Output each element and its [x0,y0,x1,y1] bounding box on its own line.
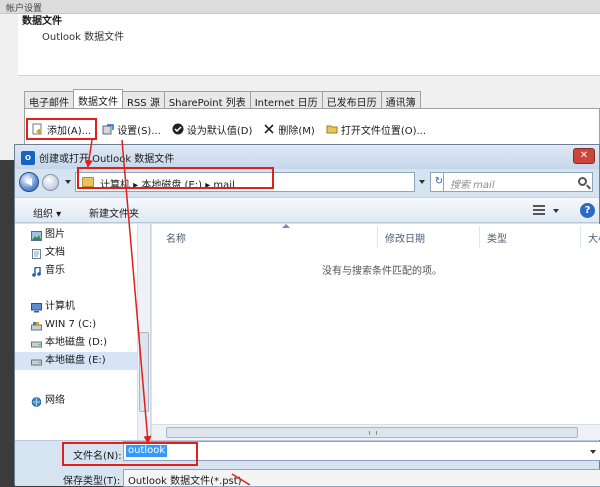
new-folder-button[interactable]: 新建文件夹 [89,205,139,220]
nav-item-network[interactable]: 网络 [15,392,137,410]
nav-item-label: 本地磁盘 (D:) [45,337,108,348]
add-button[interactable]: 添加(A)... [25,118,98,140]
column-header-size[interactable]: 大小 [588,230,600,245]
nav-item-pictures[interactable]: 图片 [15,226,137,244]
tab-internet-calendars[interactable]: Internet 日历 [249,91,323,109]
file-list-pane: 名称 修改日期 类型 大小 没有与搜索条件匹配的项。 [152,224,600,440]
column-header-name[interactable]: 名称 [166,230,186,245]
save-type-select[interactable]: Outlook 数据文件(*.pst) [123,469,600,487]
command-bar: 组织 ▾ 新建文件夹 ? [15,197,599,223]
scroll-grip-icon [369,431,377,435]
column-divider[interactable] [479,226,480,248]
delete-x-icon [263,123,275,135]
address-dropdown-arrow[interactable] [419,180,425,184]
recent-locations-dropdown[interactable] [65,180,71,184]
set-default-button[interactable]: 设为默认值(D) [168,120,257,138]
view-options-dropdown[interactable] [553,209,559,213]
back-button[interactable] [19,172,39,192]
checkmark-circle-icon [172,123,184,135]
hard-drive-icon [31,356,42,366]
column-divider[interactable] [580,226,581,248]
tab-email[interactable]: 电子邮件 [24,91,74,109]
hard-drive-icon [31,338,42,348]
folder-icon [326,123,338,135]
view-options-icon[interactable] [533,205,545,215]
music-icon [31,266,42,277]
network-icon [31,396,42,407]
add-file-icon [32,123,44,135]
nav-item-label: 音乐 [45,265,65,276]
search-placeholder: 搜索 mail [450,180,495,191]
system-drive-icon [31,320,42,331]
tab-rss-feeds[interactable]: RSS 源 [122,91,165,109]
dialog-title-bar: O 创建或打开 Outlook 数据文件 ✕ [15,145,599,169]
annotation-box-filename [62,442,198,466]
section-subtitle: Outlook 数据文件 [42,32,125,43]
open-file-location-button[interactable]: 打开文件位置(O)... [322,120,430,138]
create-open-data-file-dialog: O 创建或打开 Outlook 数据文件 ✕ 计算机 ▸ 本地磁盘 (E:) ▸… [14,144,600,487]
dialog-title: 创建或打开 Outlook 数据文件 [39,154,175,165]
horizontal-scroll-thumb[interactable] [166,427,578,438]
tab-address-books[interactable]: 通讯簿 [380,91,421,109]
nav-item-drive-d[interactable]: 本地磁盘 (D:) [15,334,137,352]
data-files-toolbar: 添加(A)... 设置(S)... 设为默认值(D) 删除(M) 打开文件位置(… [25,118,433,140]
delete-button-label: 删除(M) [278,125,315,137]
close-button[interactable]: ✕ [573,148,595,164]
account-settings-window: 帐户设置 数据文件 Outlook 数据文件 电子邮件 数据文件 RSS 源 S… [0,0,600,160]
tab-sharepoint-lists[interactable]: SharePoint 列表 [163,91,251,109]
navigation-pane: 图片 文档 音乐 计算机 WIN 7 (C:) 本地磁盘 (D:) 本地磁盘 (… [15,224,151,440]
sort-indicator-icon [282,224,290,228]
set-default-button-label: 设为默认值(D) [186,125,253,137]
forward-button[interactable] [42,174,59,191]
account-settings-title: 帐户设置 [0,0,600,14]
account-settings-header [18,14,600,76]
tab-published-calendars[interactable]: 已发布日历 [321,91,382,109]
column-divider[interactable] [377,226,378,248]
settings-icon [102,123,114,135]
nav-item-music[interactable]: 音乐 [15,262,137,280]
column-header-type[interactable]: 类型 [487,230,507,245]
nav-item-label: 图片 [45,229,65,240]
nav-pane-scroll-thumb[interactable] [139,332,149,412]
nav-item-documents[interactable]: 文档 [15,244,137,262]
nav-pane-scrollbar[interactable] [137,224,150,440]
nav-item-drive-e[interactable]: 本地磁盘 (E:) [15,352,137,370]
section-title: 数据文件 [22,16,62,27]
nav-item-label: WIN 7 (C:) [45,319,97,330]
settings-button[interactable]: 设置(S)... [98,120,165,138]
organize-button[interactable]: 组织 ▾ [33,205,61,220]
nav-item-label: 网络 [45,395,65,406]
pictures-icon [31,230,42,241]
nav-item-label: 计算机 [45,301,75,312]
computer-icon [31,302,42,313]
nav-item-label: 文档 [45,247,65,258]
add-button-label: 添加(A)... [47,125,92,137]
nav-item-label: 本地磁盘 (E:) [45,355,106,366]
outlook-logo-icon: O [21,151,35,165]
open-file-location-label: 打开文件位置(O)... [340,125,427,137]
empty-folder-message: 没有与搜索条件匹配的项。 [322,266,442,277]
file-list-horizontal-scrollbar[interactable] [152,424,600,440]
documents-icon [31,248,42,259]
file-name-dropdown-arrow[interactable] [590,450,596,454]
search-box[interactable]: 搜索 mail [443,172,593,192]
nav-item-computer[interactable]: 计算机 [15,298,137,316]
settings-button-label: 设置(S)... [117,125,161,137]
delete-button[interactable]: 删除(M) [259,120,318,138]
column-header-modified[interactable]: 修改日期 [385,230,425,245]
tab-data-files[interactable]: 数据文件 [73,89,123,108]
search-icon [578,177,587,186]
tab-strip: 电子邮件 数据文件 RSS 源 SharePoint 列表 Internet 日… [24,89,421,109]
annotation-box-address [77,167,274,189]
help-icon[interactable]: ? [580,203,595,218]
nav-item-drive-c[interactable]: WIN 7 (C:) [15,316,137,334]
